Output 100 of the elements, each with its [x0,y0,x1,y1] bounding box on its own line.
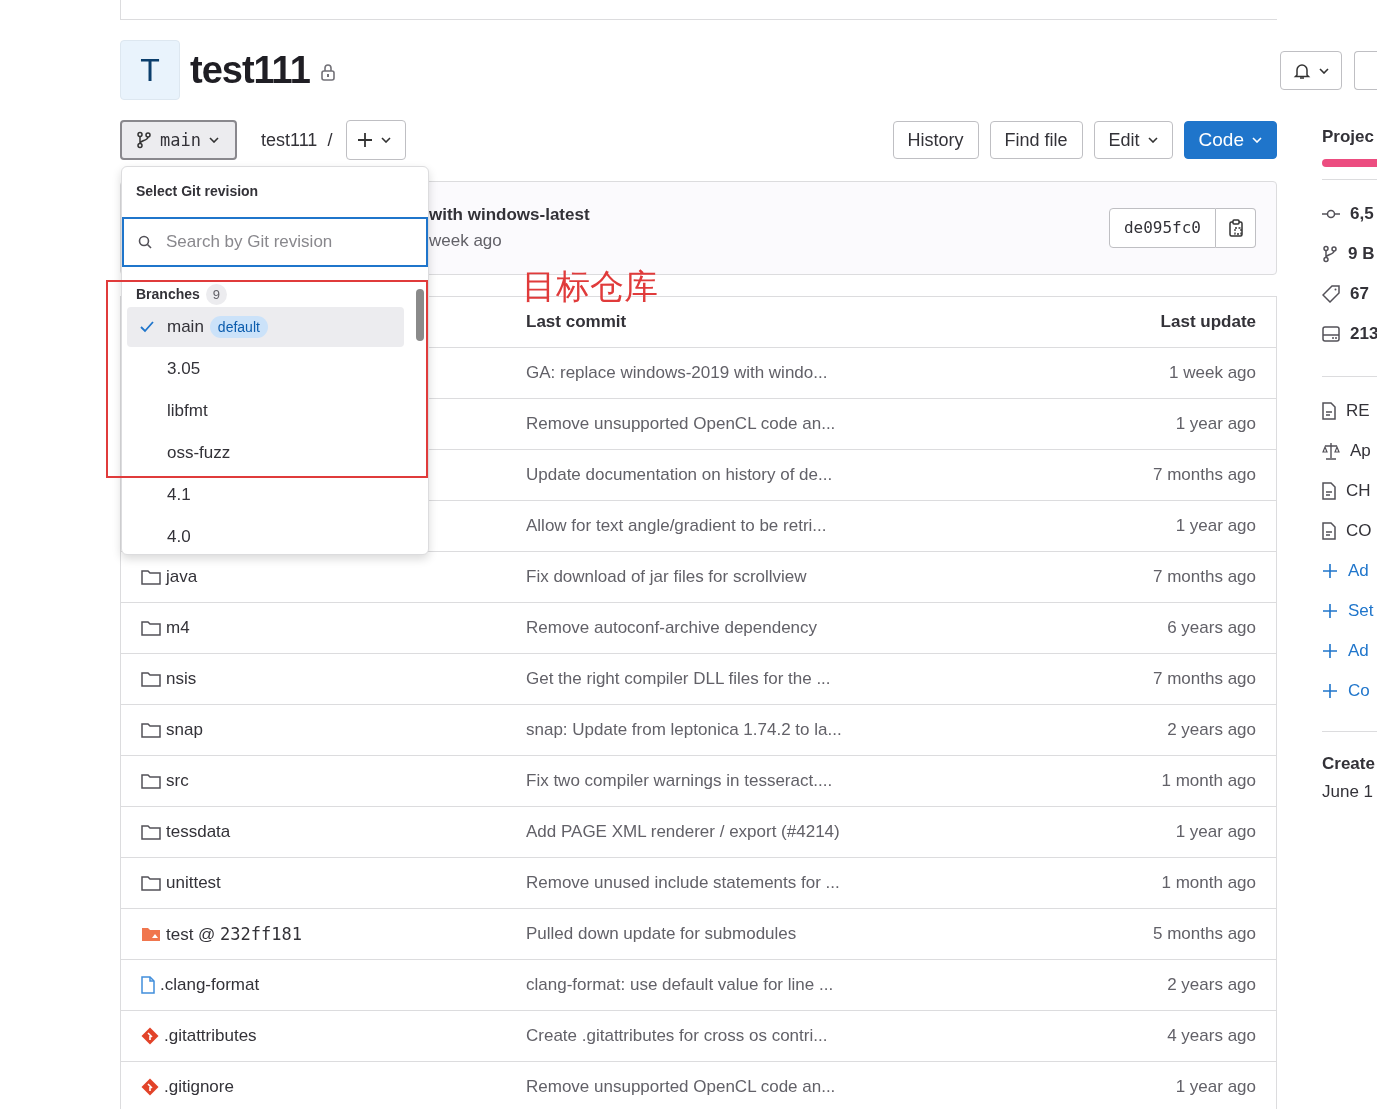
commit-message-link[interactable]: Update documentation on history of de... [526,465,1153,485]
file-name-link[interactable]: .gitattributes [164,1026,257,1046]
toolbar-button[interactable]: Find file [989,121,1083,159]
folder-icon [141,671,161,687]
commit-message-link[interactable]: Fix download of jar files for scrollview [526,567,1153,587]
file-name-link[interactable]: unittest [166,873,221,893]
folder-icon [141,569,161,585]
file-name-link[interactable]: snap [166,720,203,740]
copy-button[interactable] [1216,208,1256,248]
file-name-link[interactable]: nsis [166,669,197,689]
sidebar-link[interactable]: Co [1348,681,1370,701]
plus-icon [357,132,374,148]
branch-name: 3.05 [167,359,201,379]
branch-option[interactable]: 4.0 [127,517,404,554]
column-header: Last commit [526,312,628,332]
commit-message-link[interactable]: Remove unused include statements for ... [526,873,1162,893]
folder-icon [141,875,161,891]
file-name-link[interactable]: java [166,567,198,587]
sidebar-link[interactable]: Ad [1348,561,1369,581]
search-field[interactable]: Search by Git revision [122,217,428,267]
plus-icon [1322,563,1338,579]
branch-icon [136,131,152,149]
commit-sha[interactable]: de095fc0 [1108,208,1216,248]
branch-selector[interactable]: main [120,120,237,160]
update-time: 4 years ago [1167,1026,1257,1046]
scale-icon [1322,442,1340,460]
branch-option[interactable]: libfmt [127,391,404,431]
folder-icon [141,620,161,636]
commit-message-link[interactable]: Remove unsupported OpenCL code an... [526,1077,1176,1097]
section-heading: Branches [136,286,200,302]
chevron-down-icon [208,137,219,143]
commit-message-link[interactable]: clang-format: use default value for line ... [526,975,1168,995]
sidebar-heading: Projec [1322,127,1375,147]
update-time: 6 years ago [1167,618,1257,638]
breadcrumb-link[interactable]: test111 [261,129,318,151]
update-time: 1 year ago [1175,516,1257,536]
tag-icon [1322,285,1340,303]
sidebar-link[interactable]: RE [1346,401,1370,421]
file-name-link[interactable]: m4 [166,618,190,638]
document-icon [1322,522,1336,540]
file-name-link[interactable]: src [166,771,189,791]
commit-message-link[interactable]: Fix two compiler warnings in tesseract.... [526,771,1162,791]
chevron-down-icon [381,137,392,143]
commit-time: week ago [429,231,503,251]
commit-message-link[interactable]: Remove autoconf-archive dependency [526,618,1168,638]
commit-message-link[interactable]: Remove unsupported OpenCL code an... [526,414,1176,434]
update-time: 1 year ago [1175,414,1257,434]
commit-icon [1322,209,1340,219]
document-icon [1322,402,1336,420]
add-dropdown-button[interactable] [346,120,407,160]
document-icon [1322,482,1336,500]
update-time: 1 month ago [1161,771,1257,791]
clipboard-icon [1227,219,1244,237]
stat-link[interactable]: 9 B [1348,244,1375,264]
folder-icon [141,824,161,840]
notification-button[interactable] [1280,51,1342,90]
plus-icon [1322,643,1338,659]
sidebar-link[interactable]: Set [1348,601,1374,621]
branch-option[interactable]: oss-fuzz [127,433,404,473]
branch-name: oss-fuzz [167,443,231,463]
commit-title[interactable]: with windows-latest [429,205,590,225]
sidebar-link[interactable]: CO [1346,521,1372,541]
commit-message-link[interactable]: Add PAGE XML renderer / export (#4214) [526,822,1176,842]
language-bar [1322,159,1377,167]
toolbar-button[interactable]: History [892,121,979,159]
commit-message-link[interactable]: Pulled down update for submodules [526,924,1153,944]
commit-message-link[interactable]: Get the right compiler DLL files for the ... [526,669,1153,689]
branch-option[interactable]: 3.05 [127,349,404,389]
branch-name: main [167,317,204,337]
commit-message-link[interactable]: Create .gitattributes for cross os contri... [526,1026,1168,1046]
created-date: June 1 [1322,782,1375,802]
commit-message-link[interactable]: Allow for text angle/gradient to be retri... [526,516,1176,536]
file-name-link[interactable]: .clang-format [160,975,260,995]
chevron-down-icon [1252,137,1262,143]
folder-icon [141,722,161,738]
file-name-link[interactable]: test @ 232ff181 [166,923,302,945]
plus-icon [1322,683,1338,699]
commit-message-link[interactable]: snap: Update from leptonica 1.74.2 to la... [526,720,1168,740]
toolbar-button[interactable]: Edit [1093,121,1173,159]
branch-option[interactable]: main default [127,307,404,347]
update-time: 1 year ago [1175,1077,1257,1097]
dropdown-title: Select Git revision [135,182,260,201]
file-name-link[interactable]: .gitignore [164,1077,234,1097]
update-time: 7 months ago [1153,669,1257,689]
file-name-link[interactable]: tessdata [166,822,231,842]
toolbar-button[interactable]: Code [1183,121,1277,159]
count-badge: 9 [205,283,228,305]
bell-icon [1293,61,1311,80]
commit-message-link[interactable]: GA: replace windows-2019 with windo... [526,363,1170,383]
stat-link[interactable]: 67 [1350,284,1369,304]
branch-option[interactable]: 4.1 [127,475,404,515]
stat-link[interactable]: 6,5 [1350,204,1374,224]
sidebar-link[interactable]: Ad [1348,641,1369,661]
update-time: 1 year ago [1175,822,1257,842]
sidebar-link[interactable]: CH [1346,481,1371,501]
sidebar-link[interactable]: Ap [1350,441,1371,461]
stat-link[interactable]: 213 [1350,324,1377,344]
submodule-folder-icon [141,926,161,942]
check-icon [140,321,154,333]
project-title: test111 [190,48,310,92]
